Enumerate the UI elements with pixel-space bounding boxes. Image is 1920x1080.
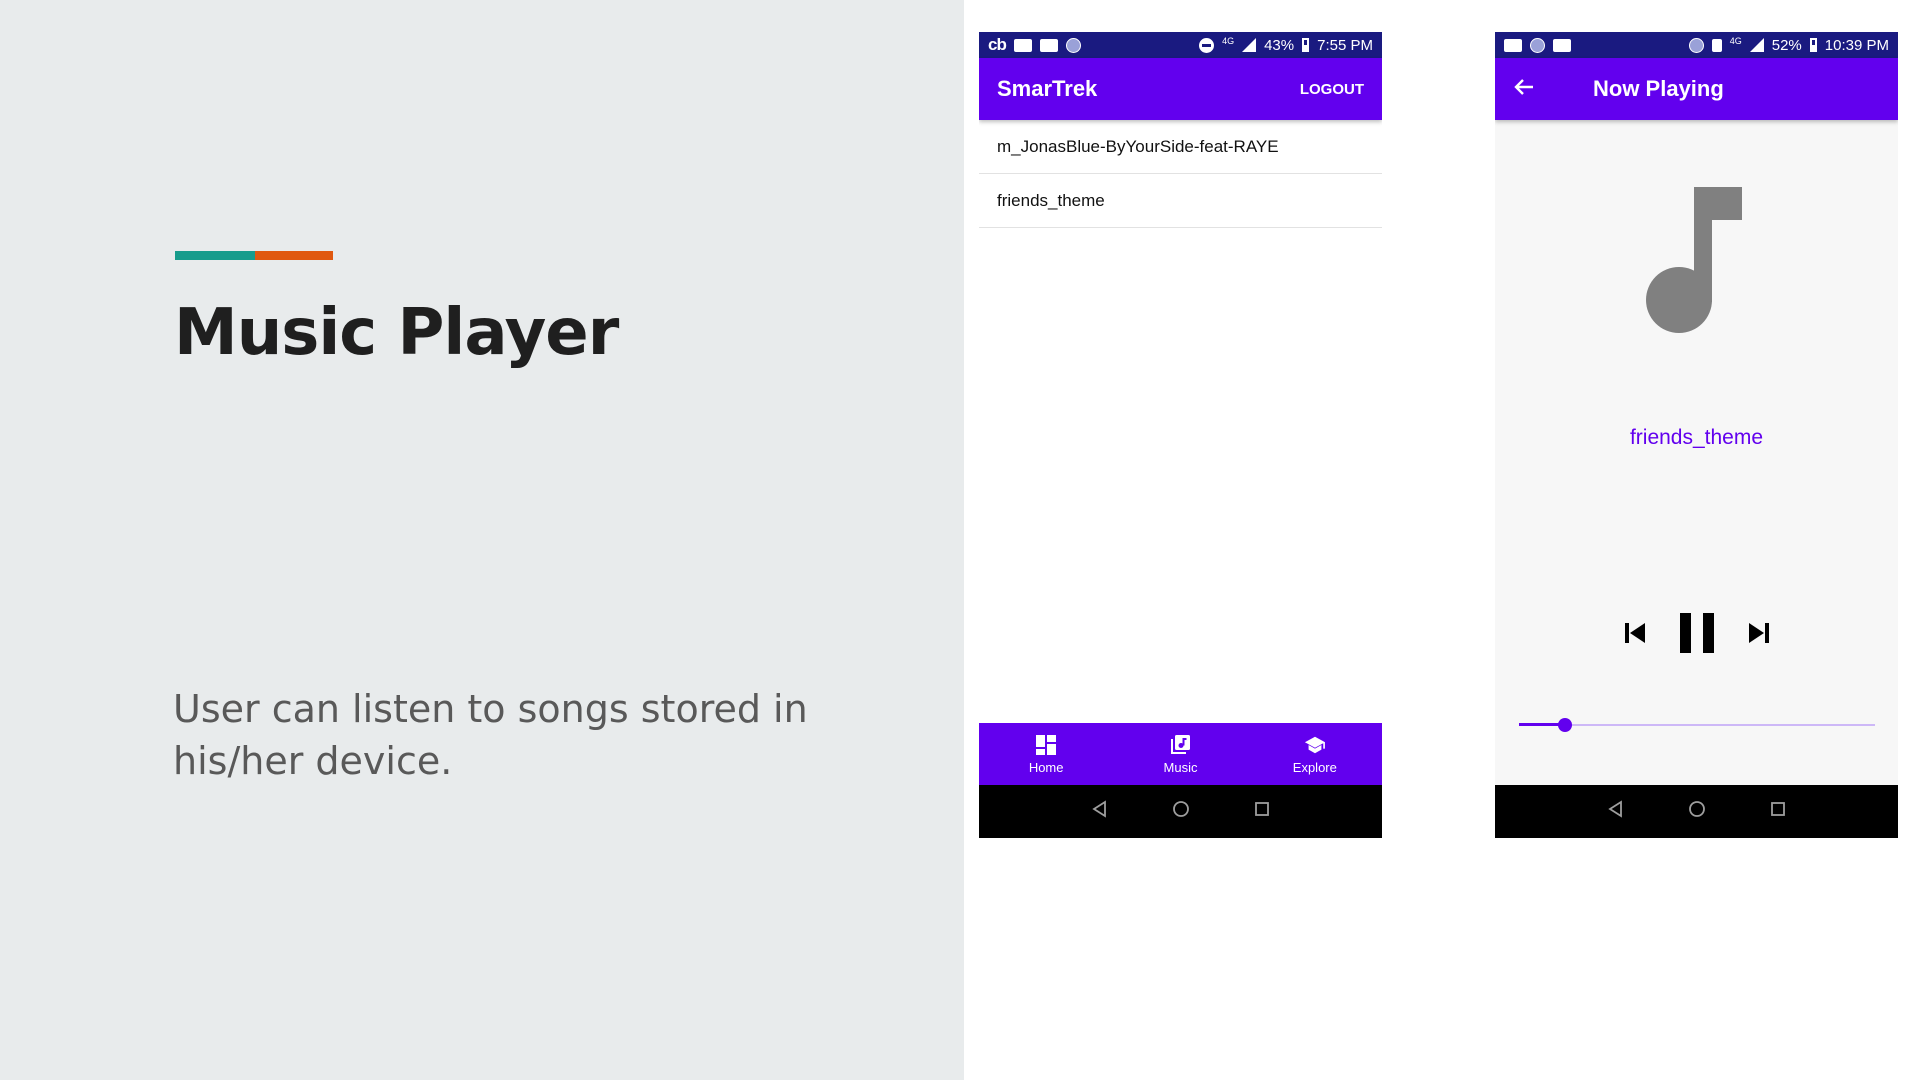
app-bar: SmarTrek LOGOUT — [979, 58, 1382, 120]
accent-bar — [175, 251, 333, 260]
skip-previous-icon[interactable] — [1621, 619, 1649, 647]
signal-icon — [1749, 38, 1764, 52]
calendar-notification-icon — [1553, 38, 1571, 52]
battery-percent: 52% — [1771, 36, 1802, 54]
home-icon[interactable] — [1172, 800, 1190, 823]
nav-item-music[interactable]: Music — [1113, 723, 1247, 785]
recents-icon[interactable] — [1254, 801, 1270, 822]
notification-dot-icon — [1530, 37, 1545, 53]
song-list-item[interactable]: m_JonasBlue-ByYourSide-feat-RAYE — [979, 120, 1382, 174]
app-notification-cb: cb — [988, 35, 1007, 54]
home-icon[interactable] — [1688, 800, 1706, 823]
status-time: 10:39 PM — [1824, 36, 1889, 54]
accent-bar-teal — [175, 251, 255, 260]
back-icon[interactable] — [1607, 800, 1625, 823]
hotspot-icon — [1688, 37, 1704, 53]
seek-bar[interactable] — [1519, 718, 1875, 732]
app-bar: Now Playing — [1495, 58, 1898, 120]
school-icon — [1304, 734, 1326, 756]
bottom-navigation: Home Music Explore — [979, 723, 1382, 785]
network-badge: 4G — [1729, 36, 1742, 46]
phone-now-playing-screen: 4G 52% 10:39 PM Now Playing friends_them… — [1495, 32, 1898, 838]
battery-icon — [1809, 38, 1817, 52]
song-list-item[interactable]: friends_theme — [979, 174, 1382, 228]
status-time: 7:55 PM — [1317, 36, 1373, 54]
app-title: SmarTrek — [997, 76, 1098, 101]
system-navigation-bar — [1495, 785, 1898, 838]
nav-label-music: Music — [1163, 759, 1198, 775]
playback-controls — [1495, 610, 1898, 656]
vibrate-icon — [1711, 38, 1722, 52]
signal-icon — [1242, 38, 1257, 52]
status-bar: cb 4G 43% 7:55 PM — [979, 32, 1382, 58]
seek-thumb[interactable] — [1558, 718, 1572, 732]
notification-icon — [1039, 38, 1058, 52]
image-notification-icon — [1504, 38, 1522, 52]
skip-next-icon[interactable] — [1745, 619, 1773, 647]
notification-dot-icon — [1065, 37, 1081, 53]
notification-icon — [1013, 38, 1032, 52]
seek-track — [1519, 724, 1875, 726]
nav-item-explore[interactable]: Explore — [1248, 723, 1382, 785]
slide-description: User can listen to songs stored in his/h… — [173, 687, 808, 783]
music-note-icon — [1642, 187, 1742, 342]
song-list: m_JonasBlue-ByYourSide-feat-RAYE friends… — [979, 120, 1382, 228]
do-not-disturb-icon — [1199, 37, 1215, 53]
nav-label-home: Home — [1028, 759, 1064, 775]
battery-percent: 43% — [1264, 36, 1295, 54]
nav-item-home[interactable]: Home — [979, 723, 1113, 785]
network-badge: 4G — [1222, 36, 1235, 46]
slide-panel: Music Player User can listen to songs st… — [0, 0, 964, 1080]
status-bar: 4G 52% 10:39 PM — [1495, 32, 1898, 58]
library-music-icon — [1169, 734, 1191, 756]
back-icon[interactable] — [1091, 800, 1109, 823]
system-navigation-bar — [979, 785, 1382, 838]
phone-library-screen: cb 4G 43% 7:55 PM SmarTrek LOGOUT m_Jona… — [979, 32, 1382, 838]
nav-label-explore: Explore — [1292, 759, 1337, 775]
accent-bar-orange — [255, 251, 333, 260]
pause-icon[interactable] — [1677, 610, 1717, 656]
app-title: Now Playing — [1593, 76, 1724, 101]
recents-icon[interactable] — [1770, 801, 1786, 822]
track-name: friends_theme — [1629, 426, 1764, 449]
slide-title: Music Player — [174, 296, 619, 370]
logout-button[interactable]: LOGOUT — [1300, 81, 1364, 98]
battery-icon — [1302, 38, 1310, 52]
back-arrow-icon[interactable] — [1513, 74, 1541, 105]
dashboard-icon — [1035, 734, 1057, 756]
